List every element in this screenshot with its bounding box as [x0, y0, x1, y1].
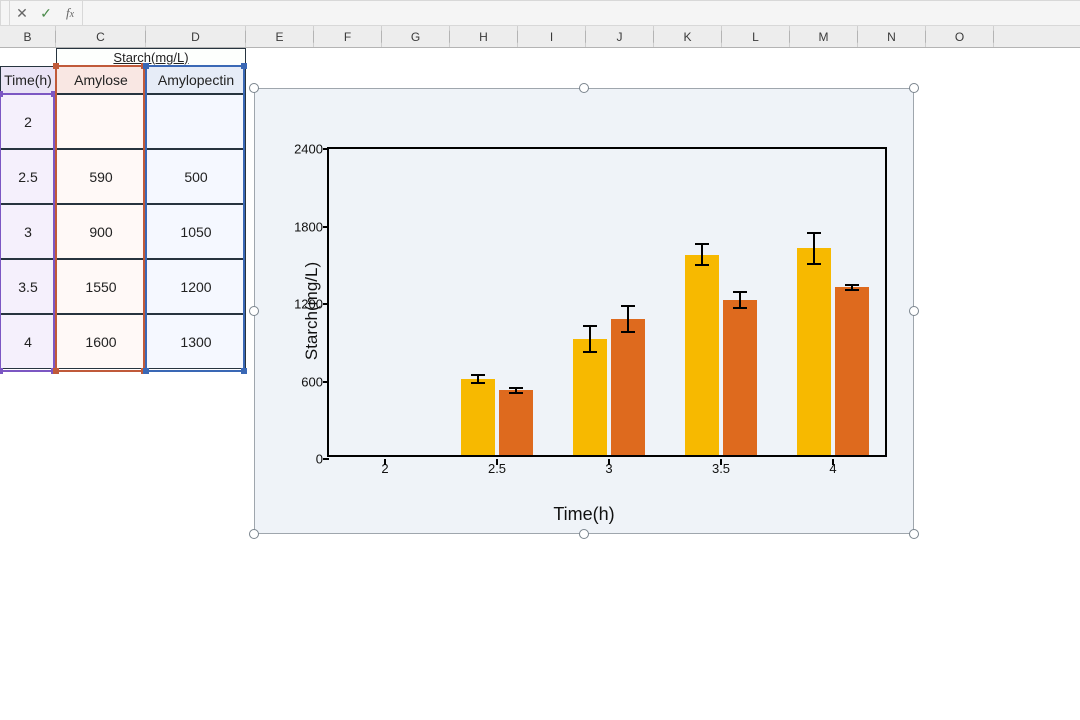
col-header-K[interactable]: K	[654, 26, 722, 47]
chart-bar[interactable]	[499, 390, 533, 455]
table-row[interactable]: 1600	[56, 314, 146, 369]
resize-handle-icon[interactable]	[579, 83, 589, 93]
table-row[interactable]	[146, 94, 246, 149]
chart-bar[interactable]	[723, 300, 757, 455]
col-header-D[interactable]: D	[146, 26, 246, 47]
chart-plot-area[interactable]: 060012001800240022.533.54	[327, 147, 887, 457]
table-row[interactable]: 3.5	[0, 259, 56, 314]
table-row[interactable]: 1200	[146, 259, 246, 314]
chart-x-axis-label: Time(h)	[553, 504, 614, 525]
cell-empty[interactable]	[0, 48, 56, 66]
chart-bar[interactable]	[835, 287, 869, 455]
col-header-L[interactable]: L	[722, 26, 790, 47]
table-row[interactable]: 500	[146, 149, 246, 204]
chart-bar[interactable]	[797, 248, 831, 455]
column-headers: B C D E F G H I J K L M N O	[0, 26, 1080, 48]
data-table: Starch(mg/L) Time(h) Amylose Amylopectin…	[0, 48, 246, 369]
table-row[interactable]: 3	[0, 204, 56, 259]
chart-bar[interactable]	[573, 339, 607, 455]
accept-formula-button[interactable]: ✓	[34, 1, 58, 25]
col-header-I[interactable]: I	[518, 26, 586, 47]
table-header-amylopectin[interactable]: Amylopectin	[146, 66, 246, 94]
chart-error-bar	[627, 306, 629, 332]
col-header-N[interactable]: N	[858, 26, 926, 47]
chart-error-bar	[589, 326, 591, 352]
resize-handle-icon[interactable]	[249, 306, 259, 316]
chart-error-bar	[851, 285, 853, 290]
cancel-formula-button[interactable]: ✕	[10, 1, 34, 25]
table-row[interactable]: 4	[0, 314, 56, 369]
col-header-H[interactable]: H	[450, 26, 518, 47]
col-header-M[interactable]: M	[790, 26, 858, 47]
col-header-C[interactable]: C	[56, 26, 146, 47]
resize-handle-icon[interactable]	[909, 83, 919, 93]
col-header-J[interactable]: J	[586, 26, 654, 47]
table-row[interactable]	[56, 94, 146, 149]
resize-handle-icon[interactable]	[579, 529, 589, 539]
resize-handle-icon[interactable]	[249, 529, 259, 539]
col-header-F[interactable]: F	[314, 26, 382, 47]
col-header-G[interactable]: G	[382, 26, 450, 47]
table-row[interactable]: 1300	[146, 314, 246, 369]
table-header-amylose[interactable]: Amylose	[56, 66, 146, 94]
resize-handle-icon[interactable]	[909, 306, 919, 316]
resize-handle-icon[interactable]	[909, 529, 919, 539]
chart-error-bar	[813, 233, 815, 264]
chart-bar[interactable]	[685, 255, 719, 455]
chart-bar[interactable]	[611, 319, 645, 455]
chart-error-bar	[477, 375, 479, 383]
worksheet-area[interactable]: Starch(mg/L) Time(h) Amylose Amylopectin…	[0, 48, 1080, 720]
table-super-header[interactable]: Starch(mg/L)	[56, 48, 246, 66]
table-row[interactable]: 1050	[146, 204, 246, 259]
table-row[interactable]: 590	[56, 149, 146, 204]
fx-button[interactable]: fx	[58, 1, 82, 25]
col-header-O[interactable]: O	[926, 26, 994, 47]
table-row[interactable]: 900	[56, 204, 146, 259]
table-row[interactable]: 2	[0, 94, 56, 149]
col-header-B[interactable]: B	[0, 26, 56, 47]
formula-bar: ✕ ✓ fx	[0, 0, 1080, 26]
table-row[interactable]: 1550	[56, 259, 146, 314]
chart-bar[interactable]	[461, 379, 495, 455]
chart-object[interactable]: Starch(mg/L) Time(h) Amylose Amylopectin…	[254, 88, 914, 534]
table-header-time[interactable]: Time(h)	[0, 66, 56, 94]
chart-error-bar	[739, 292, 741, 308]
formula-input[interactable]	[82, 1, 1080, 25]
table-row[interactable]: 2.5	[0, 149, 56, 204]
resize-handle-icon[interactable]	[249, 83, 259, 93]
chart-error-bar	[515, 388, 517, 393]
col-header-E[interactable]: E	[246, 26, 314, 47]
chart-error-bar	[701, 244, 703, 265]
